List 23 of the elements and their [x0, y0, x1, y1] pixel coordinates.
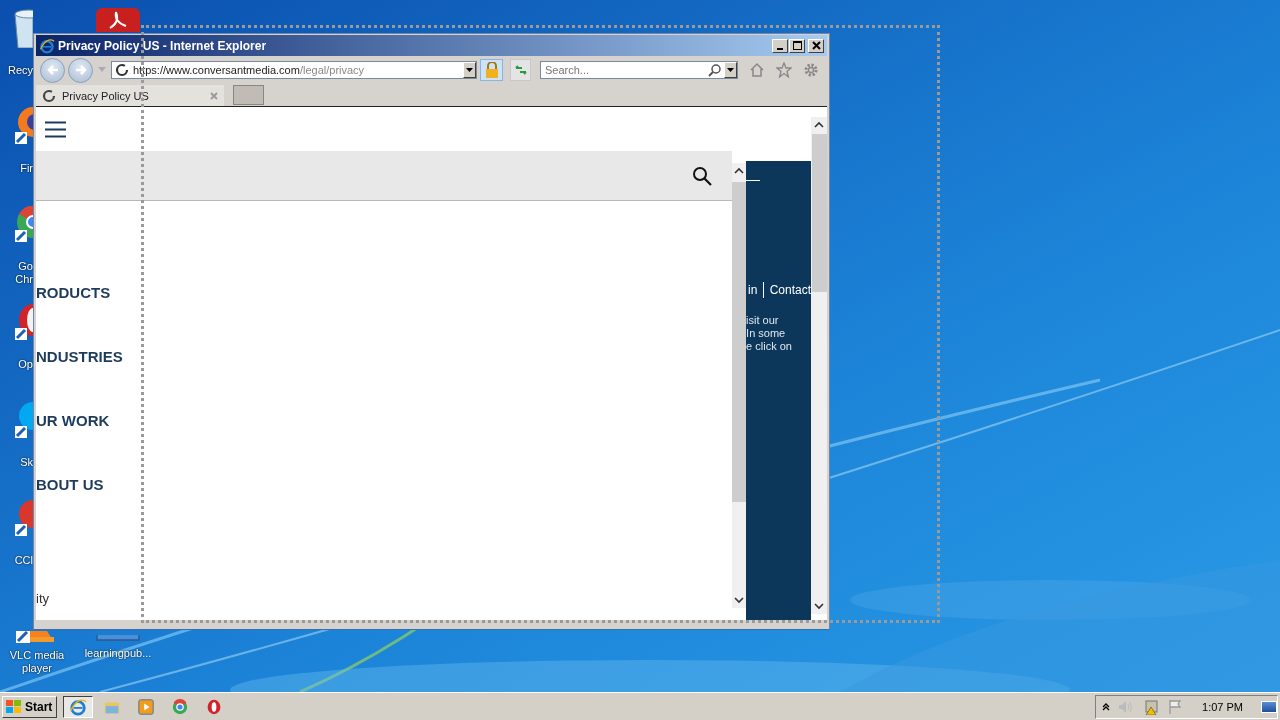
nav-link[interactable]: UR WORK	[36, 411, 733, 431]
search-field[interactable]: Search...	[540, 61, 738, 79]
icon-label: Op	[17, 357, 33, 371]
icon-label: Fir	[19, 161, 33, 175]
icon-label: Go Chr	[14, 259, 33, 286]
clock: 1:07 PM	[1202, 700, 1243, 713]
search-input[interactable]: Search...	[541, 64, 705, 76]
icon-label: CCl	[13, 553, 33, 567]
window-title: Privacy Policy US - Internet Explorer	[58, 38, 268, 53]
address-field[interactable]: https://www.conversantmedia.com/legal/privacy	[111, 61, 477, 79]
panel-text: isit our In some e click on	[746, 314, 793, 353]
icon-label: Recy	[6, 63, 33, 77]
footer-text: ity	[36, 591, 50, 606]
url-text: https://www.conversantmedia.com/legal/privacy	[133, 64, 366, 76]
icon-label: learningpub...	[84, 646, 152, 660]
panel-link[interactable]: in	[748, 283, 758, 297]
nav-link[interactable]: BOUT US	[36, 475, 733, 495]
nav-link[interactable]: NDUSTRIES	[36, 347, 733, 367]
icon-label: VLC media player	[8, 648, 66, 675]
panel-link[interactable]: Contact	[769, 283, 811, 297]
start-button[interactable]: Start	[2, 695, 58, 718]
icon-label: Sk	[19, 455, 33, 469]
nav-link[interactable]: RODUCTS	[36, 283, 733, 303]
